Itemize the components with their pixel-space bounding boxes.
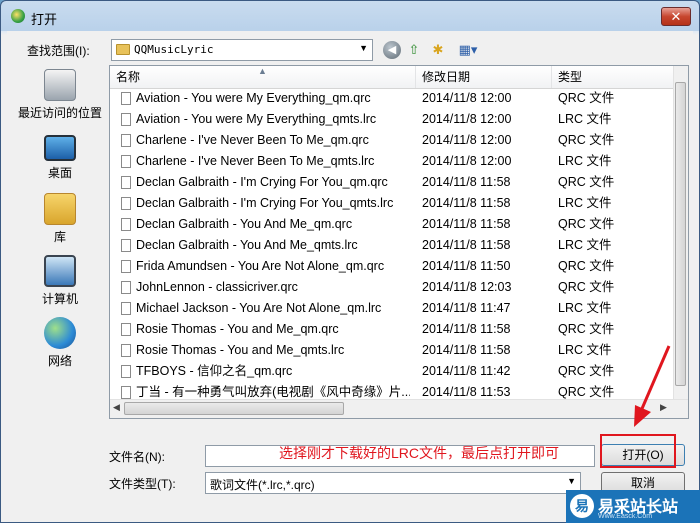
open-file-dialog: 打开 ✕ 查找范围(I): QQMusicLyric ▼ ◀ ⇧ ✱ ▦▾ 最近… [0,0,700,523]
watermark-url: Www.Easck.Com [598,513,653,520]
watermark-logo-icon: 易 [570,494,594,518]
annotation-arrow-icon [634,345,671,427]
site-watermark: 易 易采站长站 Www.Easck.Com [566,490,700,523]
